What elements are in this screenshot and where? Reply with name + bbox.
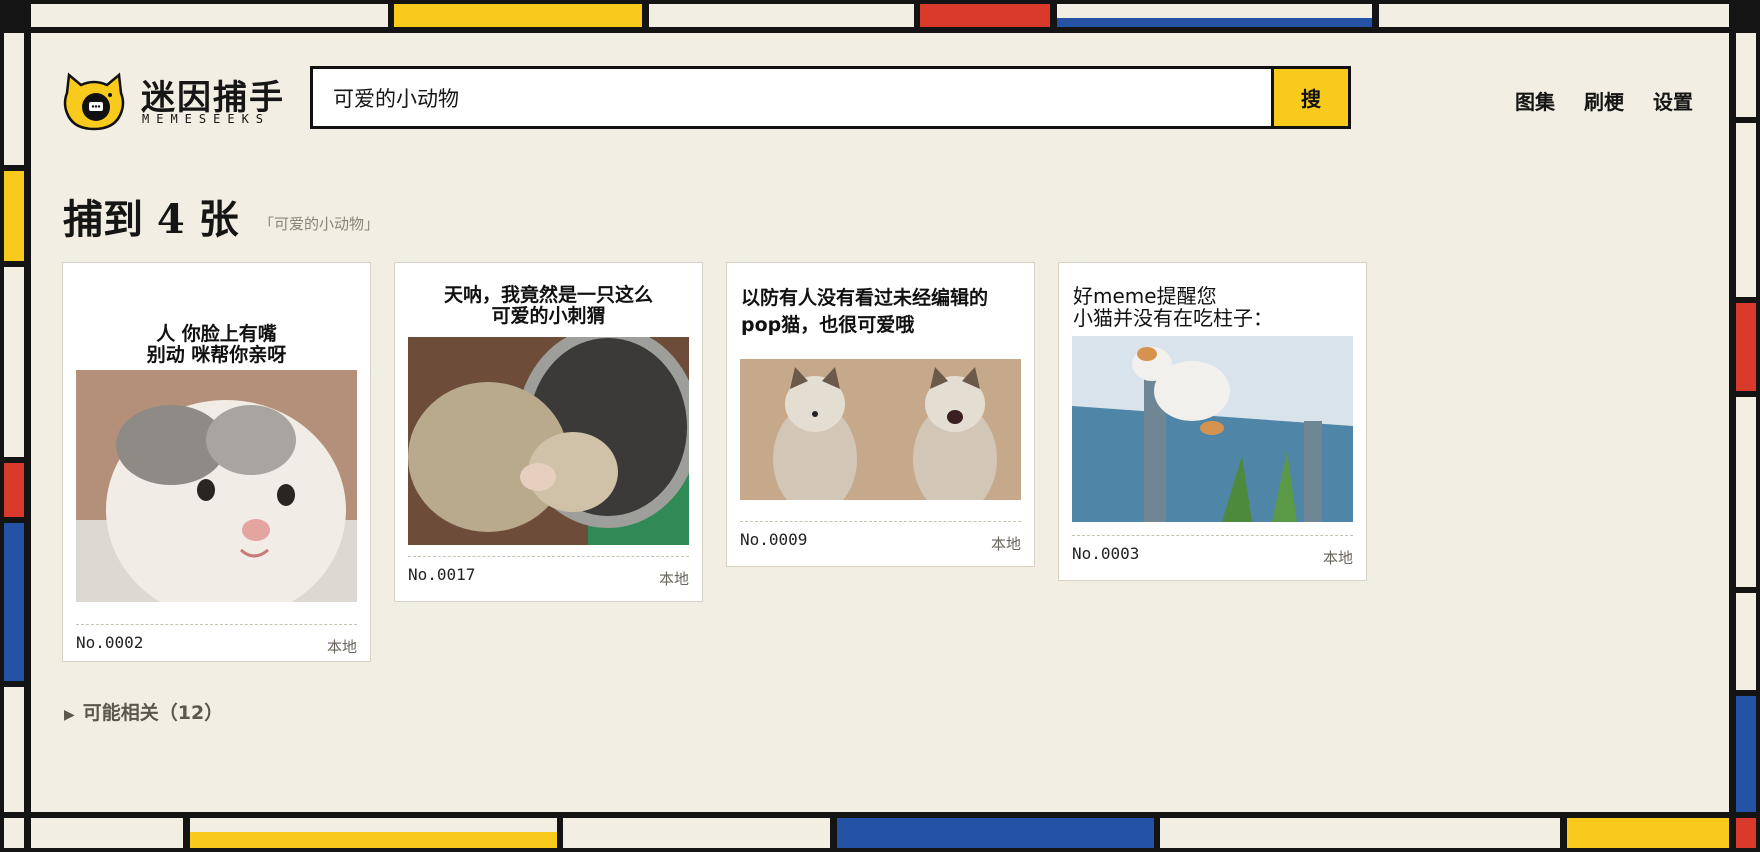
meme-card[interactable]: 人 你脸上有嘴 别动 咪帮你亲呀 No.0002 本地: [62, 262, 371, 662]
related-label: 可能相关（12）: [82, 702, 224, 724]
card-id: No.0009: [740, 530, 808, 549]
nav-settings[interactable]: 设置: [1653, 86, 1693, 115]
card-source: 本地: [1322, 549, 1353, 567]
meme-card[interactable]: 好meme提醒您 小猫并没有在吃柱子： No.0003 本地: [1058, 262, 1367, 581]
card-id: No.0003: [1072, 544, 1140, 563]
meme-caption: 以防有人没有看过未经编辑的 pop猫，也很可爱哦: [741, 287, 989, 336]
meme-caption: 人 你脸上有嘴 别动 咪帮你亲呀: [146, 323, 287, 366]
cat-on-post-image: [1072, 336, 1353, 522]
meme-card[interactable]: 以防有人没有看过未经编辑的 pop猫，也很可爱哦 No.0009 本地: [726, 262, 1035, 567]
meme-caption: 天呐，我竟然是一只这么 可爱的小刺猬: [443, 284, 653, 327]
card-id: No.0002: [76, 633, 144, 652]
search-button[interactable]: 搜: [1271, 69, 1348, 126]
nav-gallery[interactable]: 图集: [1515, 86, 1555, 115]
caret-right-icon: ▶: [64, 707, 75, 723]
result-count-heading: 捕到 4 张: [63, 196, 239, 243]
meme-card[interactable]: 天呐，我竟然是一只这么 可爱的小刺猬 No.0017 本地: [394, 262, 703, 602]
cat-logo-icon[interactable]: [63, 71, 125, 131]
card-source: 本地: [326, 638, 357, 656]
result-query-tag: 「可爱的小动物」: [259, 215, 380, 233]
card-source: 本地: [990, 535, 1021, 553]
brand-subtitle: MEMESEEKS: [142, 112, 271, 126]
related-toggle[interactable]: ▶ 可能相关（12）: [64, 698, 223, 725]
search-bar: 搜: [310, 66, 1351, 129]
meme-caption: 好meme提醒您 小猫并没有在吃柱子：: [1073, 284, 1273, 330]
kitten-image: [76, 370, 357, 602]
main-canvas: 迷因捕手 MEMESEEKS 搜 图集 刷梗 设置 捕到 4 张 「可爱的小动物…: [31, 33, 1729, 812]
search-input[interactable]: [313, 69, 1271, 126]
nav-browse[interactable]: 刷梗: [1584, 86, 1624, 115]
card-id: No.0017: [408, 565, 476, 584]
card-source: 本地: [658, 570, 689, 588]
hedgehog-image: [408, 337, 689, 545]
pop-cat-image: [740, 359, 1021, 500]
